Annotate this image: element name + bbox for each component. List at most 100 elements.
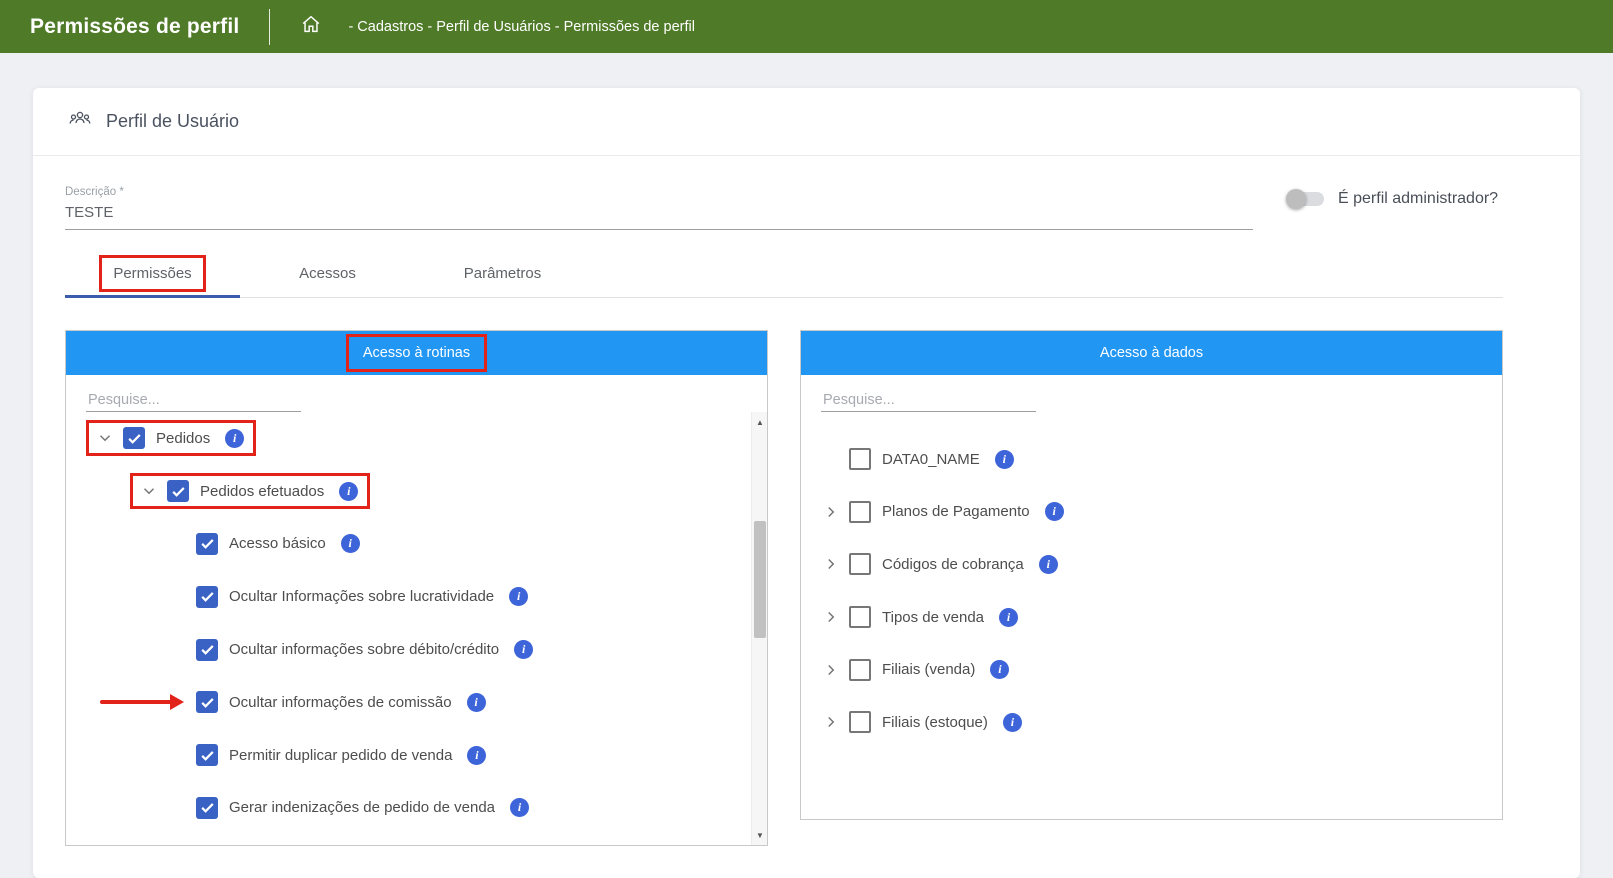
info-icon[interactable]: i: [339, 482, 358, 501]
data-row-content: Filiais (estoque) i: [821, 711, 1022, 733]
tree-checkbox[interactable]: [123, 427, 145, 449]
home-icon: [300, 13, 322, 40]
data-item-label: Planos de Pagamento: [882, 503, 1030, 520]
tree-row-content: Pedidosi: [86, 420, 256, 456]
users-group-icon: [68, 108, 92, 135]
chevron-right-icon[interactable]: [821, 607, 841, 627]
tab-parâmetros[interactable]: Parâmetros: [415, 250, 590, 297]
info-icon[interactable]: i: [995, 450, 1014, 469]
data-search-input[interactable]: [821, 389, 1036, 412]
info-icon[interactable]: i: [467, 693, 486, 712]
data-checkbox[interactable]: [849, 501, 871, 523]
tab-acessos[interactable]: Acessos: [240, 250, 415, 297]
chevron-right-icon[interactable]: [821, 712, 841, 732]
tree-checkbox[interactable]: [196, 533, 218, 555]
data-checkbox[interactable]: [849, 659, 871, 681]
info-icon[interactable]: i: [1039, 555, 1058, 574]
info-icon[interactable]: i: [225, 429, 244, 448]
data-panel-title: Acesso à dados: [1100, 345, 1203, 361]
description-input[interactable]: [65, 198, 1253, 230]
tab-bar: PermissõesAcessos Parâmetros: [65, 250, 1503, 298]
data-item-label: Tipos de venda: [882, 609, 984, 626]
tree-checkbox[interactable]: [196, 586, 218, 608]
tree-row-content: Acesso básicoi: [196, 533, 360, 555]
tree-checkbox[interactable]: [196, 639, 218, 661]
card-title: Perfil de Usuário: [106, 111, 239, 132]
info-icon[interactable]: i: [514, 640, 533, 659]
tree-item-label: Permitir duplicar pedido de venda: [229, 747, 452, 764]
tree-row: Acesso básicoi: [66, 518, 767, 571]
tree-row-content: Permitir duplicar pedido de venda i: [196, 744, 486, 766]
chevron-right-icon[interactable]: [821, 660, 841, 680]
tree-checkbox[interactable]: [167, 480, 189, 502]
data-row-content: Tipos de venda i: [821, 606, 1018, 628]
data-item-label: Códigos de cobrança: [882, 556, 1024, 573]
profile-card: Perfil de Usuário Descrição * É perfil a…: [33, 88, 1580, 878]
data-item-label: DATA0_NAME: [882, 451, 980, 468]
data-list: DATA0_NAMEiPlanos de PagamentoiCódigos d…: [801, 412, 1502, 749]
description-label: Descrição *: [65, 186, 1253, 198]
info-icon[interactable]: i: [990, 660, 1009, 679]
scroll-up-icon[interactable]: ▲: [752, 414, 768, 430]
tree-item-label: Ocultar informações de comissão: [229, 694, 452, 711]
data-row-content: Filiais (venda)i: [821, 659, 1009, 681]
info-icon[interactable]: i: [1045, 502, 1064, 521]
tree-row-content: Ocultar informações de comissão i: [196, 691, 486, 713]
tree-checkbox[interactable]: [196, 691, 218, 713]
routines-tree: PedidosiPedidos efetuadosiAcesso básicoi…: [66, 412, 767, 834]
data-row-content: Planos de Pagamento i: [821, 501, 1064, 523]
tab-permissões[interactable]: Permissões: [65, 250, 240, 297]
tree-row-content: Pedidos efetuados i: [130, 473, 370, 509]
tree-item-label: Gerar indenizações de pedido de venda: [229, 799, 495, 816]
scroll-down-icon[interactable]: ▼: [752, 827, 768, 843]
data-checkbox[interactable]: [849, 448, 871, 470]
tab-label: Parâmetros: [464, 265, 542, 282]
data-checkbox[interactable]: [849, 711, 871, 733]
data-row: Códigos de cobrança i: [801, 538, 1502, 591]
tree-row: Gerar indenizações de pedido de venda i: [66, 782, 767, 835]
info-icon[interactable]: i: [467, 746, 486, 765]
data-panel-header: Acesso à dados: [801, 331, 1502, 375]
tree-row: Ocultar informações sobre débito/crédito…: [66, 623, 767, 676]
tree-checkbox[interactable]: [196, 744, 218, 766]
chevron-down-icon[interactable]: [139, 481, 159, 501]
annotation-arrow: [100, 694, 184, 710]
info-icon[interactable]: i: [509, 587, 528, 606]
info-icon[interactable]: i: [510, 798, 529, 817]
arrow-head: [170, 694, 184, 710]
routines-scrollbar[interactable]: ▲ ▼: [751, 412, 767, 845]
admin-toggle-row: É perfil administrador?: [1288, 190, 1498, 208]
scrollbar-thumb[interactable]: [754, 521, 766, 638]
card-header: Perfil de Usuário: [33, 88, 1580, 156]
data-row-content: DATA0_NAME i: [821, 448, 1014, 470]
tree-row: Pedidosi: [66, 412, 767, 465]
admin-toggle[interactable]: [1288, 192, 1324, 206]
data-row: Tipos de venda i: [801, 591, 1502, 644]
info-icon[interactable]: i: [341, 534, 360, 553]
breadcrumb: - Cadastros - Perfil de Usuários - Permi…: [348, 19, 695, 35]
data-row: Filiais (venda)i: [801, 643, 1502, 696]
arrow-shaft: [100, 700, 172, 704]
routines-search-area: [66, 375, 767, 412]
info-icon[interactable]: i: [999, 608, 1018, 627]
top-app-bar: Permissões de perfil - Cadastros - Perfi…: [0, 0, 1613, 53]
info-icon[interactable]: i: [1003, 713, 1022, 732]
tree-checkbox[interactable]: [196, 797, 218, 819]
tree-item-label: Ocultar informações sobre débito/crédito: [229, 641, 499, 658]
chevron-right-icon[interactable]: [821, 554, 841, 574]
home-button[interactable]: [300, 13, 322, 40]
chevron-right-icon[interactable]: [821, 502, 841, 522]
routines-search-input[interactable]: [86, 389, 301, 412]
data-checkbox[interactable]: [849, 553, 871, 575]
tree-item-label: Ocultar Informações sobre lucratividade: [229, 588, 494, 605]
tree-item-label: Pedidos efetuados: [200, 483, 324, 500]
chevron-down-icon[interactable]: [95, 428, 115, 448]
tree-row: Pedidos efetuados i: [66, 465, 767, 518]
data-item-label: Filiais (estoque): [882, 714, 988, 731]
data-panel: Acesso à dados DATA0_NAMEiPlanos de Paga…: [800, 330, 1503, 820]
routines-panel: Acesso à rotinas Pedidosi Pedidos efetuad…: [65, 330, 768, 846]
admin-toggle-label: É perfil administrador?: [1338, 190, 1498, 208]
toggle-knob: [1286, 189, 1306, 209]
data-checkbox[interactable]: [849, 606, 871, 628]
routines-panel-header: Acesso à rotinas: [66, 331, 767, 375]
